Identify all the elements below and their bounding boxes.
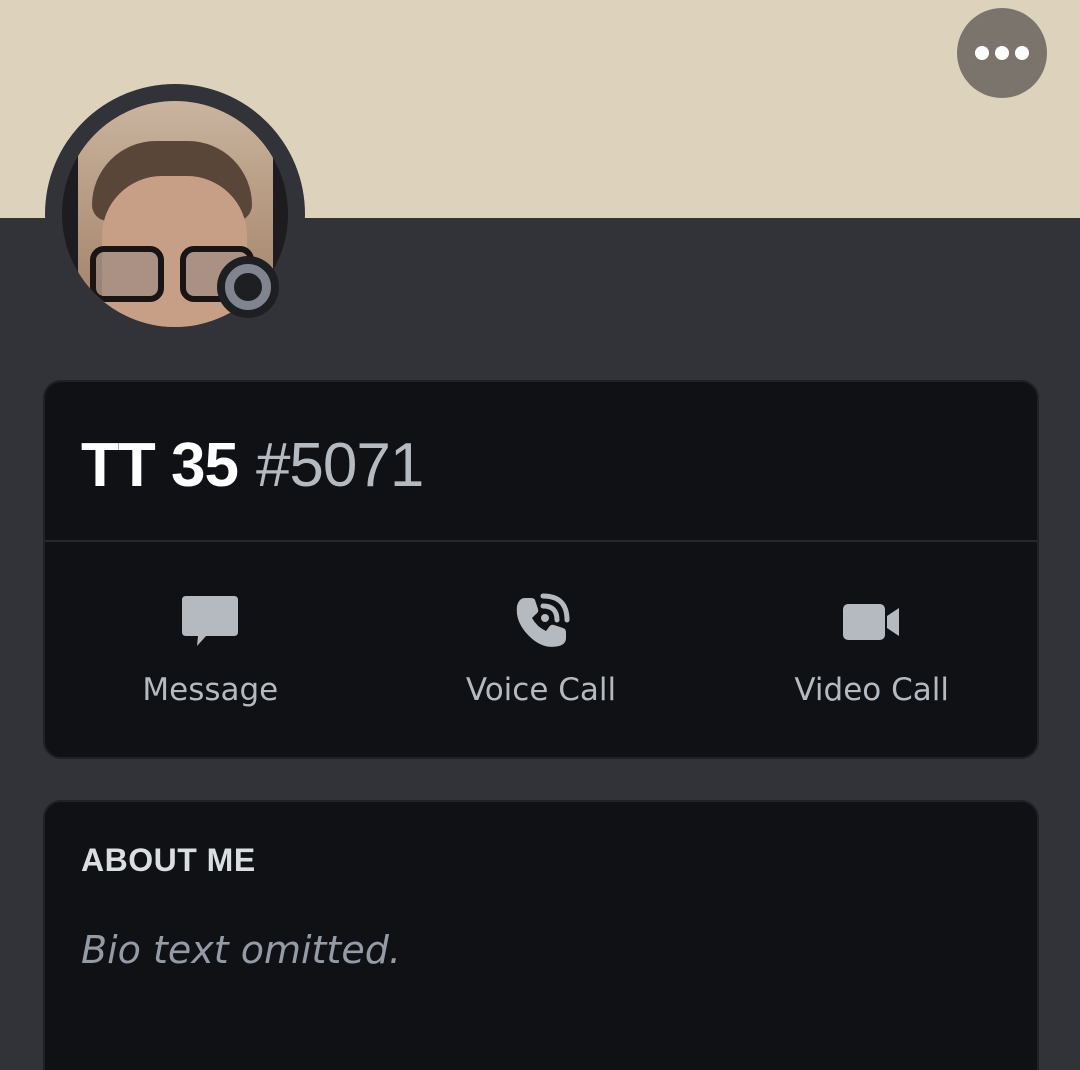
video-call-button[interactable]: Video Call <box>706 542 1037 757</box>
avatar[interactable] <box>45 84 305 344</box>
name-row: TT 35 #5071 <box>81 430 424 500</box>
ellipsis-icon-dot <box>1015 46 1029 60</box>
action-bar: Message Voice Call Video Call <box>45 542 1037 757</box>
status-indicator <box>217 256 279 318</box>
ellipsis-icon-dot <box>995 46 1009 60</box>
ellipsis-icon-dot <box>975 46 989 60</box>
about-me-card: ABOUT ME Bio text omitted. <box>43 800 1039 1070</box>
more-options-button[interactable] <box>957 8 1047 98</box>
chat-bubble-icon <box>178 590 242 654</box>
profile-name-card: TT 35 #5071 Message Voice Call Video Cal… <box>43 380 1039 759</box>
message-button[interactable]: Message <box>45 542 376 757</box>
phone-icon <box>509 590 573 654</box>
username: TT 35 <box>81 431 239 500</box>
offline-status-icon <box>225 264 271 310</box>
voice-call-label: Voice Call <box>465 672 617 708</box>
message-label: Message <box>142 672 279 708</box>
about-me-text: Bio text omitted. <box>81 928 401 972</box>
avatar-photo-detail <box>90 246 164 302</box>
video-camera-icon <box>840 590 904 654</box>
discriminator: #5071 <box>255 431 424 500</box>
about-me-heading: ABOUT ME <box>81 842 256 878</box>
voice-call-button[interactable]: Voice Call <box>376 542 707 757</box>
user-profile-screen: TT 35 #5071 Message Voice Call Video Cal… <box>0 0 1080 1070</box>
video-call-label: Video Call <box>794 672 949 708</box>
